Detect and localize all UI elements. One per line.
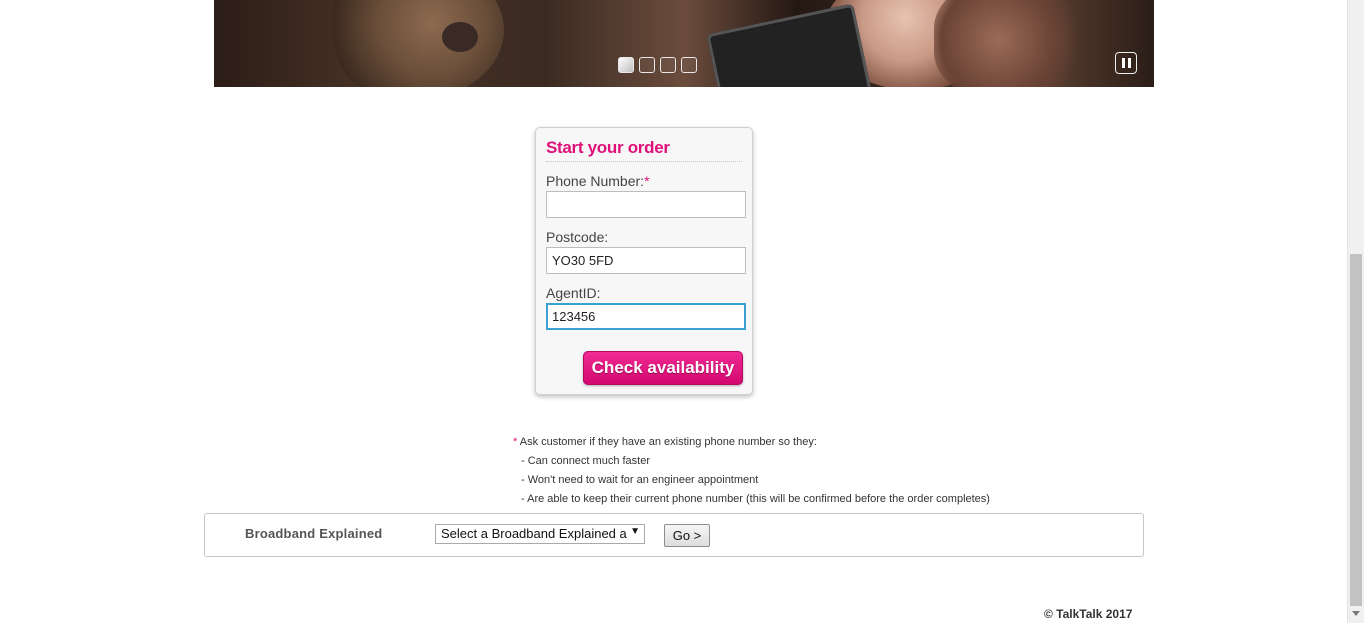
tablet-image [706, 3, 872, 87]
copyright: © TalkTalk 2017 [1044, 607, 1133, 621]
note-line: - Won't need to wait for an engineer app… [521, 474, 759, 486]
start-order-panel: Start your order Phone Number:* Postcode… [535, 127, 753, 395]
slide-dot-2[interactable] [639, 57, 655, 73]
vertical-scrollbar[interactable] [1347, 0, 1364, 623]
pause-icon [1121, 58, 1125, 68]
phone-label-row: Phone Number:* [546, 173, 742, 189]
scrollbar-thumb[interactable] [1350, 254, 1362, 606]
order-title: Start your order [546, 138, 742, 162]
slide-indicators [618, 57, 697, 73]
required-mark: * [644, 173, 650, 189]
teddy-bear-nose [442, 22, 478, 52]
broadband-explained-bar: Broadband Explained Select a Broadband E… [204, 513, 1144, 557]
notes-intro-row: * Ask customer if they have an existing … [513, 433, 990, 452]
slide-dot-3[interactable] [660, 57, 676, 73]
note-line: - Are able to keep their current phone n… [521, 493, 990, 505]
notes-intro: Ask customer if they have an existing ph… [517, 436, 817, 448]
pause-button[interactable] [1115, 52, 1137, 74]
select-value: Select a Broadband Explained a [441, 526, 627, 541]
slide-dot-1[interactable] [618, 57, 634, 73]
broadband-explained-label: Broadband Explained [245, 526, 383, 541]
check-availability-button[interactable]: Check availability [583, 351, 743, 385]
pause-icon-bar [1127, 58, 1131, 68]
slide-dot-4[interactable] [681, 57, 697, 73]
chevron-down-icon: ▼ [630, 526, 640, 537]
phone-number-notes: * Ask customer if they have an existing … [513, 433, 990, 509]
girl-hair-image [934, 0, 1094, 87]
teddy-bear-image [324, 0, 504, 87]
note-line: - Can connect much faster [521, 455, 651, 467]
go-button[interactable]: Go > [664, 524, 710, 547]
phone-label: Phone Number: [546, 173, 645, 189]
postcode-input[interactable] [546, 247, 746, 274]
phone-number-input[interactable] [546, 191, 746, 218]
broadband-explained-select[interactable]: Select a Broadband Explained a ▼ [435, 524, 645, 544]
hero-banner [214, 0, 1154, 87]
postcode-label: Postcode: [546, 229, 609, 245]
scroll-down-icon[interactable] [1352, 611, 1360, 616]
agent-id-label: AgentID: [546, 285, 601, 301]
agent-id-input[interactable] [546, 303, 746, 330]
